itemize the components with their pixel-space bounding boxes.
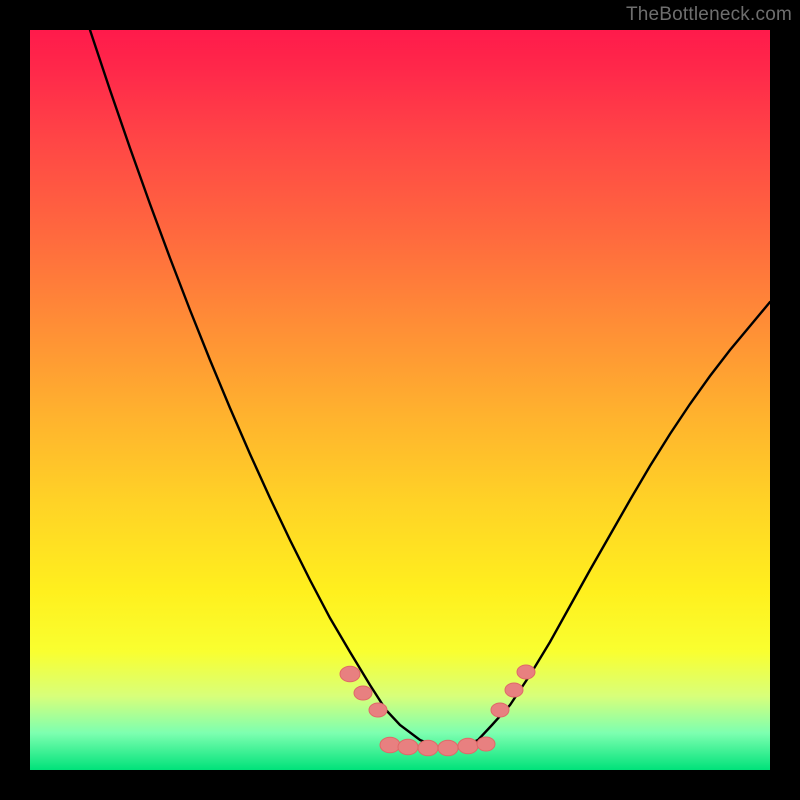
curve-marker <box>517 665 535 679</box>
curve-marker <box>505 683 523 697</box>
chart-plot-area <box>30 30 770 770</box>
curve-marker <box>458 738 478 754</box>
curve-marker <box>380 737 400 753</box>
curve-marker <box>491 703 509 717</box>
curve-markers <box>340 665 535 756</box>
attribution-label: TheBottleneck.com <box>626 4 792 26</box>
chart-svg <box>30 30 770 770</box>
curve-marker <box>354 686 372 700</box>
curve-marker <box>340 666 360 682</box>
curve-marker <box>477 737 495 751</box>
curve-marker <box>369 703 387 717</box>
chart-frame: TheBottleneck.com <box>0 0 800 800</box>
curve-marker <box>418 740 438 756</box>
bottleneck-curve <box>90 30 770 748</box>
curve-marker <box>398 739 418 755</box>
curve-marker <box>438 740 458 756</box>
